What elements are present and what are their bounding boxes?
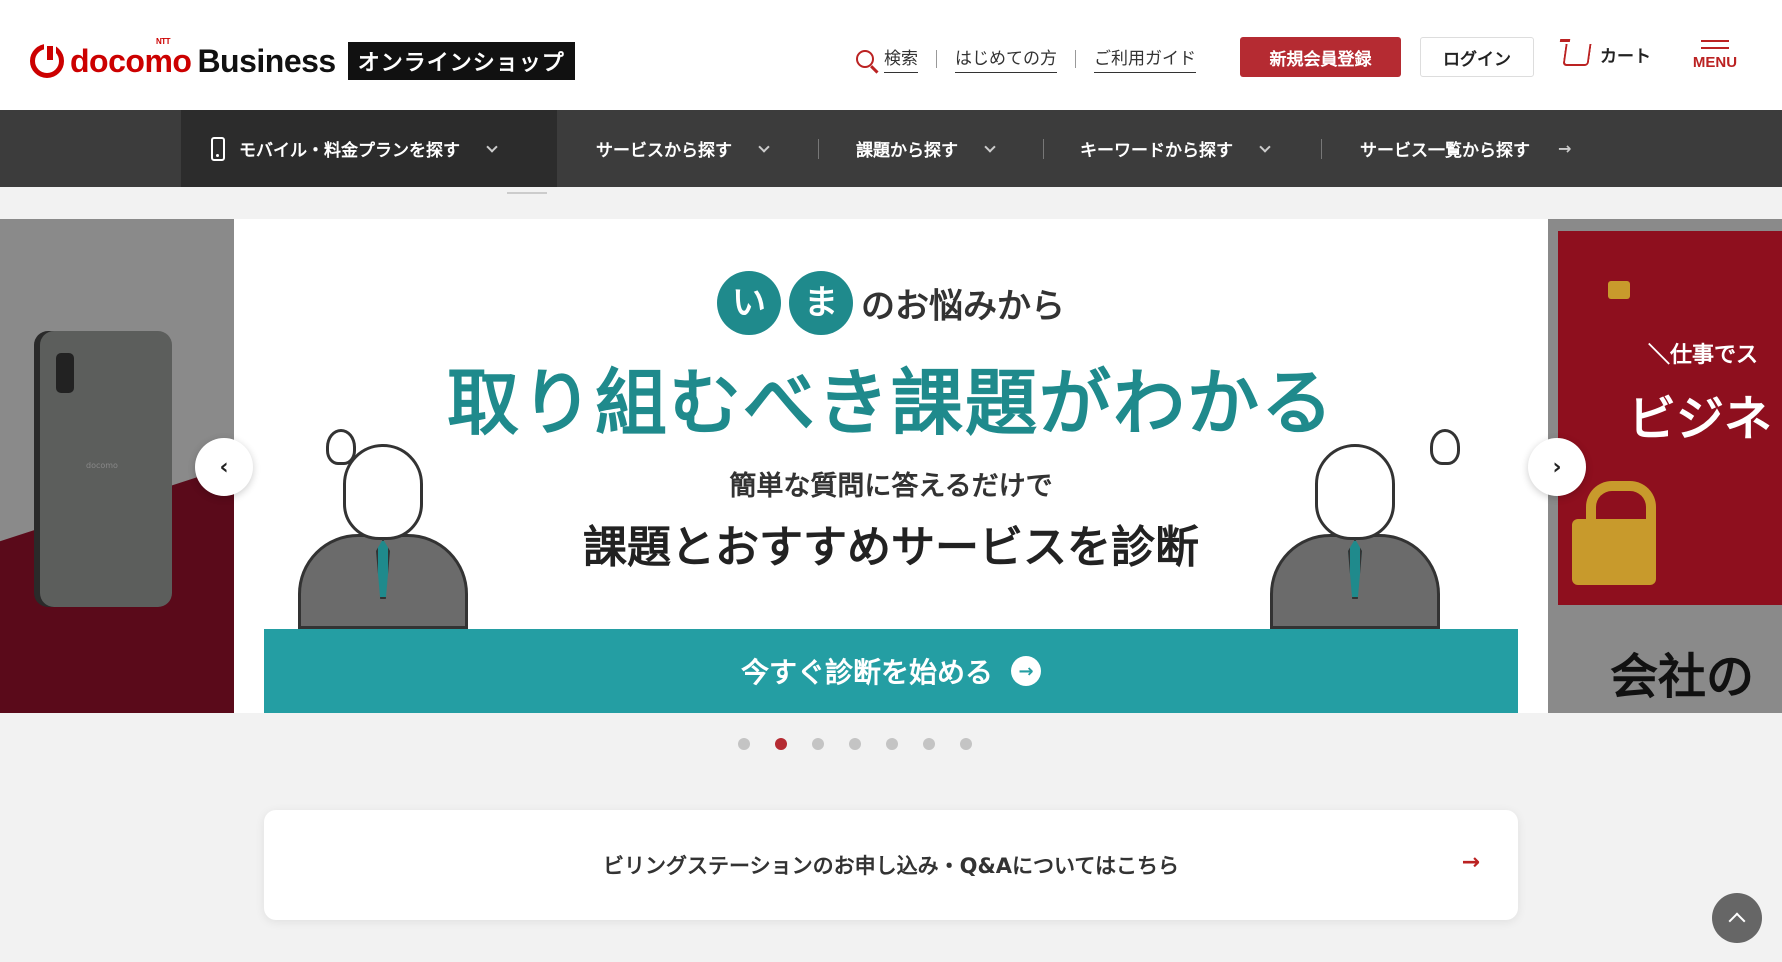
nav-label: キーワードから探す [1080, 141, 1233, 161]
nav-label: モバイル・料金プランを探す [239, 141, 460, 161]
nav-keywords[interactable]: キーワードから探す [1080, 110, 1271, 187]
divider [1043, 139, 1044, 159]
carousel-dot[interactable] [886, 738, 898, 750]
carousel-dot[interactable] [738, 738, 750, 750]
slide-headline-top: いまのお悩みから [234, 271, 1548, 335]
carousel-dot[interactable] [849, 738, 861, 750]
camera-icon [56, 353, 74, 393]
carousel-slide-current[interactable]: いまのお悩みから 取り組むべき課題がわかる 簡単な質問に答えるだけで 課題とおす… [234, 219, 1548, 713]
worker-illustration [1270, 444, 1440, 629]
billing-station-link-card[interactable]: ビリングステーションのお申し込み・Q&Aについてはこちら → [264, 810, 1518, 920]
headline-top-text: のお悩みから [861, 286, 1065, 327]
chevron-down-icon [984, 140, 996, 153]
chevron-down-icon [1259, 140, 1271, 153]
logo[interactable]: NTT docomo Business オンラインショップ [30, 37, 575, 80]
nav-label: 課題から探す [856, 141, 958, 161]
cart-label: カート [1600, 47, 1651, 67]
smartphone-icon [211, 136, 225, 161]
carousel-dot[interactable] [923, 738, 935, 750]
hamburger-icon [1690, 40, 1740, 49]
back-to-top-button[interactable] [1712, 893, 1762, 943]
slide-text: 会社の [1610, 649, 1755, 705]
cta-label: 今すぐ診断を始める [740, 656, 993, 689]
businessman-illustration [298, 444, 468, 629]
info-card-label: ビリングステーションのお申し込み・Q&Aについてはこちら [603, 854, 1179, 878]
lock-icon [1608, 281, 1630, 299]
chevron-left-icon: ‹ [219, 454, 229, 480]
chevron-up-icon [1728, 912, 1746, 930]
carousel-dot[interactable] [960, 738, 972, 750]
divider [1075, 49, 1076, 68]
site-header: NTT docomo Business オンラインショップ 検索 はじめての方 ご… [0, 0, 1782, 110]
arrow-right-icon: → [1558, 139, 1572, 158]
chevron-down-icon [486, 140, 498, 153]
carousel-dots [738, 738, 997, 750]
phone-image: docomo [40, 331, 172, 607]
slide-headline: 取り組むべき課題がわかる [446, 361, 1335, 445]
figure-head [343, 444, 423, 540]
search-icon[interactable] [856, 49, 874, 68]
online-shop-badge: オンラインショップ [347, 42, 575, 80]
login-button[interactable]: ログイン [1420, 37, 1534, 77]
header-links: 検索 はじめての方 ご利用ガイド [856, 44, 1196, 73]
slide-text: ＼仕事でス [1648, 343, 1759, 368]
cart-button[interactable]: カート [1562, 42, 1651, 67]
start-diagnosis-button[interactable]: 今すぐ診断を始める → [264, 629, 1518, 713]
docomo-logo-icon [30, 43, 64, 78]
nav-issues[interactable]: 課題から探す [856, 110, 996, 187]
register-button[interactable]: 新規会員登録 [1240, 37, 1401, 77]
headline-circle: い [717, 271, 781, 335]
phone-brand: docomo [86, 461, 118, 470]
lightbulb-icon [326, 429, 356, 465]
slide-text: ビジネ [1628, 391, 1773, 447]
nav-label: サービス一覧から探す [1360, 141, 1530, 161]
carousel-dot[interactable] [812, 738, 824, 750]
nav-service-list[interactable]: サービス一覧から探す → [1360, 110, 1571, 187]
divider [936, 49, 937, 68]
logo-text: NTT docomo Business [70, 37, 336, 80]
padlock-image [1572, 481, 1656, 585]
headline-circle: ま [789, 271, 853, 335]
figure-head [1315, 444, 1395, 540]
chevron-right-icon: › [1552, 454, 1562, 480]
menu-label: MENU [1692, 54, 1738, 71]
lightbulb-icon [1430, 429, 1460, 465]
nav-hover-indicator [507, 192, 547, 194]
first-time-link[interactable]: はじめての方 [955, 44, 1057, 73]
carousel-next-button[interactable]: › [1528, 438, 1586, 496]
divider [818, 139, 819, 159]
logo-docomo: docomo [70, 42, 192, 79]
search-link[interactable]: 検索 [884, 44, 918, 73]
nav-label: サービスから探す [596, 141, 732, 161]
carousel-prev-button[interactable]: ‹ [195, 438, 253, 496]
logo-business: Business [197, 42, 336, 79]
nav-mobile-plans[interactable]: モバイル・料金プランを探す [181, 110, 557, 187]
nav-services[interactable]: サービスから探す [596, 110, 770, 187]
logo-ntt: NTT [156, 36, 171, 46]
menu-button[interactable]: MENU [1690, 40, 1740, 71]
arrow-right-icon: → [1461, 850, 1480, 875]
chevron-down-icon [758, 140, 770, 153]
category-nav: モバイル・料金プランを探す サービスから探す 課題から探す キーワードから探す … [0, 110, 1782, 187]
arrow-right-circle-icon: → [1011, 656, 1041, 686]
carousel-dot-active[interactable] [775, 738, 787, 750]
guide-link[interactable]: ご利用ガイド [1094, 44, 1196, 73]
cart-icon [1562, 43, 1592, 66]
divider [1321, 139, 1322, 159]
